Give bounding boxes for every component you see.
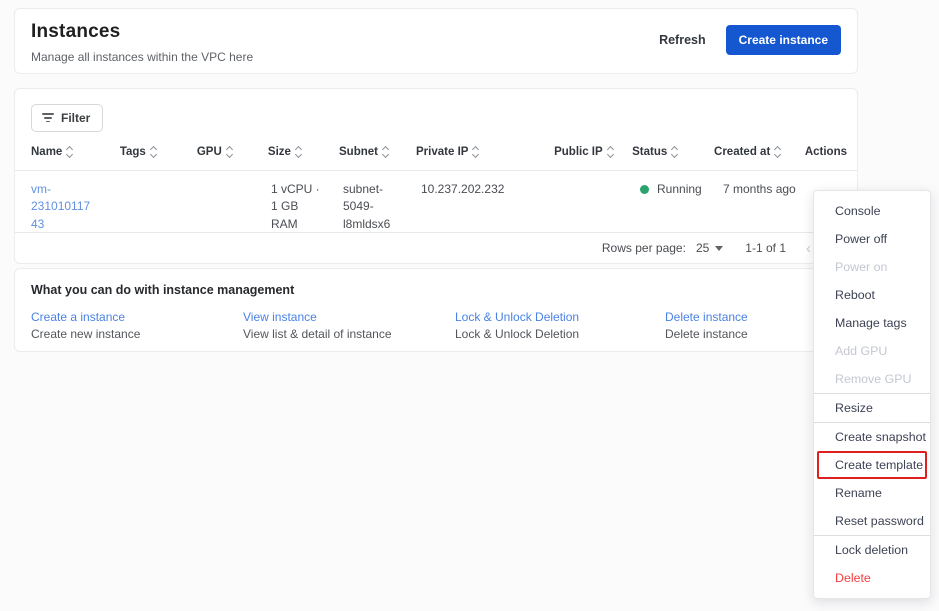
sort-icon[interactable]	[381, 145, 390, 159]
menu-item-add-gpu: Add GPU	[835, 344, 888, 358]
cell-size: 1 vCPU · 1 GB RAM	[271, 182, 320, 231]
pagination: Rows per page: 25 1-1 of 1 ‹	[15, 233, 857, 263]
menu-item-rename[interactable]: Rename	[814, 479, 930, 507]
column-header-created-at[interactable]: Created at	[714, 145, 805, 159]
cell-subnet: subnet- 5049- l8mldsx6	[343, 182, 391, 231]
menu-item-manage-tags[interactable]: Manage tags	[814, 309, 930, 337]
column-header-size[interactable]: Size	[268, 145, 339, 159]
menu-item-power-off[interactable]: Power off	[814, 225, 930, 253]
menu-item-resize[interactable]: Resize	[814, 394, 930, 422]
status-running-icon	[640, 185, 649, 195]
instance-name-link[interactable]: vm-23101011743	[31, 181, 93, 233]
refresh-button[interactable]: Refresh	[659, 33, 706, 47]
menu-item-power-on: Power on	[835, 260, 888, 274]
lock-unlock-deletion-link[interactable]: Lock & Unlock Deletion	[455, 310, 665, 324]
rows-per-page-select[interactable]: 25	[695, 241, 724, 255]
info-item-create-instance: Create a instance Create new instance	[31, 310, 243, 341]
column-header-name[interactable]: Name	[31, 145, 120, 159]
chevron-down-icon	[715, 245, 724, 251]
info-items: Create a instance Create new instance Vi…	[31, 310, 841, 341]
column-header-public-ip[interactable]: Public IP	[554, 145, 632, 159]
menu-item-console[interactable]: Console	[814, 197, 930, 225]
column-header-status[interactable]: Status	[632, 145, 714, 159]
view-instance-desc: View list & detail of instance	[243, 327, 392, 341]
filter-button[interactable]: Filter	[31, 103, 104, 132]
previous-page-icon[interactable]: ‹	[806, 241, 811, 256]
menu-item-lock-deletion[interactable]: Lock deletion	[814, 536, 930, 564]
column-header-actions: Actions	[804, 145, 847, 158]
info-title: What you can do with instance management	[31, 283, 295, 297]
sort-icon[interactable]	[774, 145, 782, 159]
create-instance-button[interactable]: Create instance	[725, 25, 841, 55]
sort-icon[interactable]	[606, 145, 614, 159]
filter-icon	[42, 113, 54, 123]
info-item-view-instance: View instance View list & detail of inst…	[243, 310, 455, 341]
table-header-row: Name Tags GPU Size Subnet Private IP Pub…	[15, 133, 857, 171]
sort-icon[interactable]	[225, 145, 233, 159]
menu-item-reboot[interactable]: Reboot	[814, 281, 930, 309]
rows-per-page-label: Rows per page:	[601, 241, 686, 255]
header-actions: Refresh Create instance	[659, 25, 841, 55]
menu-item-delete[interactable]: Delete	[814, 564, 930, 592]
menu-item-create-template[interactable]: Create template	[817, 451, 927, 479]
create-instance-link[interactable]: Create a instance	[31, 310, 243, 324]
info-item-lock-unlock-deletion: Lock & Unlock Deletion Lock & Unlock Del…	[455, 310, 665, 341]
cell-status: Running	[640, 181, 723, 198]
menu-item-remove-gpu: Remove GPU	[835, 372, 912, 386]
menu-item-create-snapshot[interactable]: Create snapshot	[814, 423, 930, 451]
sort-icon[interactable]	[472, 145, 480, 159]
lock-unlock-deletion-desc: Lock & Unlock Deletion	[455, 327, 580, 341]
column-header-gpu[interactable]: GPU	[197, 145, 268, 159]
cell-name: vm-23101011743	[31, 181, 121, 233]
instances-table-card: Filter Name Tags GPU Size Subnet Private…	[14, 88, 858, 264]
sort-icon[interactable]	[671, 145, 679, 159]
filter-area: Filter	[15, 89, 857, 133]
menu-item-reset-password[interactable]: Reset password	[814, 507, 930, 535]
column-header-private-ip[interactable]: Private IP	[416, 145, 554, 159]
status-label: Running	[657, 182, 702, 196]
cell-private-ip: 10.237.202.232	[421, 182, 505, 196]
rows-per-page-value: 25	[695, 241, 710, 255]
view-instance-link[interactable]: View instance	[243, 310, 455, 324]
info-card: What you can do with instance management…	[14, 268, 858, 352]
column-header-tags[interactable]: Tags	[120, 145, 197, 159]
sort-icon[interactable]	[66, 145, 74, 159]
table-row: vm-23101011743 1 vCPU · 1 GB RAM subnet-…	[15, 171, 857, 233]
create-instance-desc: Create new instance	[31, 327, 141, 341]
sort-icon[interactable]	[294, 145, 302, 159]
cell-created-at: 7 months ago	[723, 182, 796, 196]
instance-actions-menu: Console Power off Power on Reboot Manage…	[813, 190, 931, 599]
column-header-subnet[interactable]: Subnet	[339, 145, 416, 159]
filter-label: Filter	[61, 110, 91, 125]
pagination-range: 1-1 of 1	[745, 241, 786, 255]
page-header: Instances Manage all instances within th…	[14, 8, 858, 74]
sort-icon[interactable]	[149, 145, 157, 159]
